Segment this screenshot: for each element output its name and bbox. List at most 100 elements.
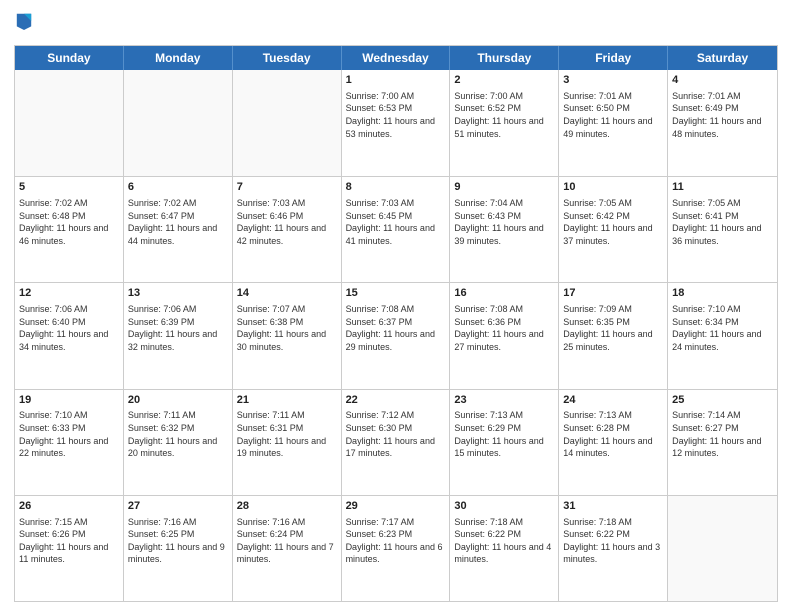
- calendar-row-2: 12Sunrise: 7:06 AMSunset: 6:40 PMDayligh…: [15, 282, 777, 388]
- day-number: 8: [346, 180, 446, 195]
- empty-cell-0-0: [15, 70, 124, 176]
- header: [14, 10, 778, 37]
- day-header-saturday: Saturday: [668, 46, 777, 70]
- day-info: Sunrise: 7:11 AMSunset: 6:31 PMDaylight:…: [237, 409, 337, 459]
- day-info: Sunrise: 7:16 AMSunset: 6:25 PMDaylight:…: [128, 516, 228, 566]
- day-cell-4: 4Sunrise: 7:01 AMSunset: 6:49 PMDaylight…: [668, 70, 777, 176]
- day-number: 10: [563, 180, 663, 195]
- day-cell-10: 10 Sunrise: 7:05 AMSunset: 6:42 PMDayligh…: [559, 177, 668, 282]
- day-number: 20: [128, 393, 228, 408]
- day-info: Sunrise: 7:02 AMSunset: 6:48 PMDaylight:…: [19, 197, 119, 247]
- day-cell-21: 21Sunrise: 7:11 AMSunset: 6:31 PMDayligh…: [233, 390, 342, 495]
- day-cell-18: 18 Sunrise: 7:10 AMSunset: 6:34 PMDayligh…: [668, 283, 777, 388]
- day-cell-17: 17 Sunrise: 7:09 AMSunset: 6:35 PMDayligh…: [559, 283, 668, 388]
- day-cell-19: 19Sunrise: 7:10 AMSunset: 6:33 PMDayligh…: [15, 390, 124, 495]
- day-cell-9: 9 Sunrise: 7:04 AMSunset: 6:43 PMDaylight…: [450, 177, 559, 282]
- day-cell-3: 3 Sunrise: 7:01 AMSunset: 6:50 PMDaylight…: [559, 70, 668, 176]
- day-info: Sunrise: 7:10 AMSunset: 6:33 PMDaylight:…: [19, 409, 119, 459]
- day-number: 26: [19, 499, 119, 514]
- day-number: 30: [454, 499, 554, 514]
- day-info: Sunrise: 7:02 AMSunset: 6:47 PMDaylight:…: [128, 197, 228, 247]
- day-info: Sunrise: 7:05 AMSunset: 6:41 PMDaylight:…: [672, 197, 773, 247]
- day-number: 19: [19, 393, 119, 408]
- empty-cell-0-2: [233, 70, 342, 176]
- day-number: 9: [454, 180, 554, 195]
- day-number: 7: [237, 180, 337, 195]
- day-number: 14: [237, 286, 337, 301]
- day-cell-27: 27 Sunrise: 7:16 AMSunset: 6:25 PMDayligh…: [124, 496, 233, 601]
- day-info: Sunrise: 7:18 AMSunset: 6:22 PMDaylight:…: [454, 516, 554, 566]
- day-number: 11: [672, 180, 773, 195]
- day-number: 17: [563, 286, 663, 301]
- day-cell-26: 26 Sunrise: 7:15 AMSunset: 6:26 PMDayligh…: [15, 496, 124, 601]
- calendar-row-4: 26 Sunrise: 7:15 AMSunset: 6:26 PMDayligh…: [15, 495, 777, 601]
- day-number: 3: [563, 73, 663, 88]
- day-cell-11: 11 Sunrise: 7:05 AMSunset: 6:41 PMDayligh…: [668, 177, 777, 282]
- day-info: Sunrise: 7:01 AMSunset: 6:50 PMDaylight:…: [563, 90, 663, 140]
- day-cell-16: 16 Sunrise: 7:08 AMSunset: 6:36 PMDayligh…: [450, 283, 559, 388]
- day-cell-31: 31Sunrise: 7:18 AMSunset: 6:22 PMDayligh…: [559, 496, 668, 601]
- day-header-sunday: Sunday: [15, 46, 124, 70]
- day-info: Sunrise: 7:03 AMSunset: 6:46 PMDaylight:…: [237, 197, 337, 247]
- day-number: 18: [672, 286, 773, 301]
- page: SundayMondayTuesdayWednesdayThursdayFrid…: [0, 0, 792, 612]
- day-number: 6: [128, 180, 228, 195]
- day-info: Sunrise: 7:13 AMSunset: 6:28 PMDaylight:…: [563, 409, 663, 459]
- day-number: 23: [454, 393, 554, 408]
- day-info: Sunrise: 7:08 AMSunset: 6:36 PMDaylight:…: [454, 303, 554, 353]
- day-info: Sunrise: 7:00 AMSunset: 6:52 PMDaylight:…: [454, 90, 554, 140]
- day-cell-30: 30 Sunrise: 7:18 AMSunset: 6:22 PMDayligh…: [450, 496, 559, 601]
- day-cell-23: 23Sunrise: 7:13 AMSunset: 6:29 PMDayligh…: [450, 390, 559, 495]
- day-header-wednesday: Wednesday: [342, 46, 451, 70]
- day-header-tuesday: Tuesday: [233, 46, 342, 70]
- day-info: Sunrise: 7:05 AMSunset: 6:42 PMDaylight:…: [563, 197, 663, 247]
- logo-icon: [15, 10, 33, 32]
- day-info: Sunrise: 7:10 AMSunset: 6:34 PMDaylight:…: [672, 303, 773, 353]
- day-number: 29: [346, 499, 446, 514]
- day-info: Sunrise: 7:11 AMSunset: 6:32 PMDaylight:…: [128, 409, 228, 459]
- day-cell-8: 8 Sunrise: 7:03 AMSunset: 6:45 PMDaylight…: [342, 177, 451, 282]
- day-info: Sunrise: 7:03 AMSunset: 6:45 PMDaylight:…: [346, 197, 446, 247]
- day-info: Sunrise: 7:09 AMSunset: 6:35 PMDaylight:…: [563, 303, 663, 353]
- calendar-header: SundayMondayTuesdayWednesdayThursdayFrid…: [15, 46, 777, 70]
- calendar-body: 1 Sunrise: 7:00 AMSunset: 6:53 PMDaylight…: [15, 70, 777, 601]
- day-cell-14: 14Sunrise: 7:07 AMSunset: 6:38 PMDayligh…: [233, 283, 342, 388]
- day-number: 31: [563, 499, 663, 514]
- calendar-row-3: 19Sunrise: 7:10 AMSunset: 6:33 PMDayligh…: [15, 389, 777, 495]
- day-number: 28: [237, 499, 337, 514]
- day-cell-6: 6 Sunrise: 7:02 AMSunset: 6:47 PMDaylight…: [124, 177, 233, 282]
- day-info: Sunrise: 7:06 AMSunset: 6:40 PMDaylight:…: [19, 303, 119, 353]
- day-info: Sunrise: 7:00 AMSunset: 6:53 PMDaylight:…: [346, 90, 446, 140]
- day-info: Sunrise: 7:01 AMSunset: 6:49 PMDaylight:…: [672, 90, 773, 140]
- calendar-row-0: 1 Sunrise: 7:00 AMSunset: 6:53 PMDaylight…: [15, 70, 777, 176]
- day-cell-13: 13 Sunrise: 7:06 AMSunset: 6:39 PMDayligh…: [124, 283, 233, 388]
- day-info: Sunrise: 7:16 AMSunset: 6:24 PMDaylight:…: [237, 516, 337, 566]
- day-info: Sunrise: 7:04 AMSunset: 6:43 PMDaylight:…: [454, 197, 554, 247]
- day-number: 13: [128, 286, 228, 301]
- day-number: 27: [128, 499, 228, 514]
- day-header-friday: Friday: [559, 46, 668, 70]
- day-number: 15: [346, 286, 446, 301]
- day-cell-15: 15 Sunrise: 7:08 AMSunset: 6:37 PMDayligh…: [342, 283, 451, 388]
- day-number: 21: [237, 393, 337, 408]
- day-info: Sunrise: 7:17 AMSunset: 6:23 PMDaylight:…: [346, 516, 446, 566]
- day-number: 16: [454, 286, 554, 301]
- day-info: Sunrise: 7:14 AMSunset: 6:27 PMDaylight:…: [672, 409, 773, 459]
- day-cell-7: 7 Sunrise: 7:03 AMSunset: 6:46 PMDaylight…: [233, 177, 342, 282]
- day-info: Sunrise: 7:08 AMSunset: 6:37 PMDaylight:…: [346, 303, 446, 353]
- day-header-monday: Monday: [124, 46, 233, 70]
- logo: [14, 10, 33, 37]
- day-number: 2: [454, 73, 554, 88]
- day-number: 1: [346, 73, 446, 88]
- day-cell-28: 28 Sunrise: 7:16 AMSunset: 6:24 PMDayligh…: [233, 496, 342, 601]
- empty-cell-0-1: [124, 70, 233, 176]
- day-info: Sunrise: 7:13 AMSunset: 6:29 PMDaylight:…: [454, 409, 554, 459]
- day-cell-22: 22Sunrise: 7:12 AMSunset: 6:30 PMDayligh…: [342, 390, 451, 495]
- day-cell-2: 2 Sunrise: 7:00 AMSunset: 6:52 PMDaylight…: [450, 70, 559, 176]
- day-number: 5: [19, 180, 119, 195]
- day-info: Sunrise: 7:06 AMSunset: 6:39 PMDaylight:…: [128, 303, 228, 353]
- day-cell-12: 12Sunrise: 7:06 AMSunset: 6:40 PMDayligh…: [15, 283, 124, 388]
- day-info: Sunrise: 7:15 AMSunset: 6:26 PMDaylight:…: [19, 516, 119, 566]
- day-cell-20: 20Sunrise: 7:11 AMSunset: 6:32 PMDayligh…: [124, 390, 233, 495]
- calendar-row-1: 5 Sunrise: 7:02 AMSunset: 6:48 PMDaylight…: [15, 176, 777, 282]
